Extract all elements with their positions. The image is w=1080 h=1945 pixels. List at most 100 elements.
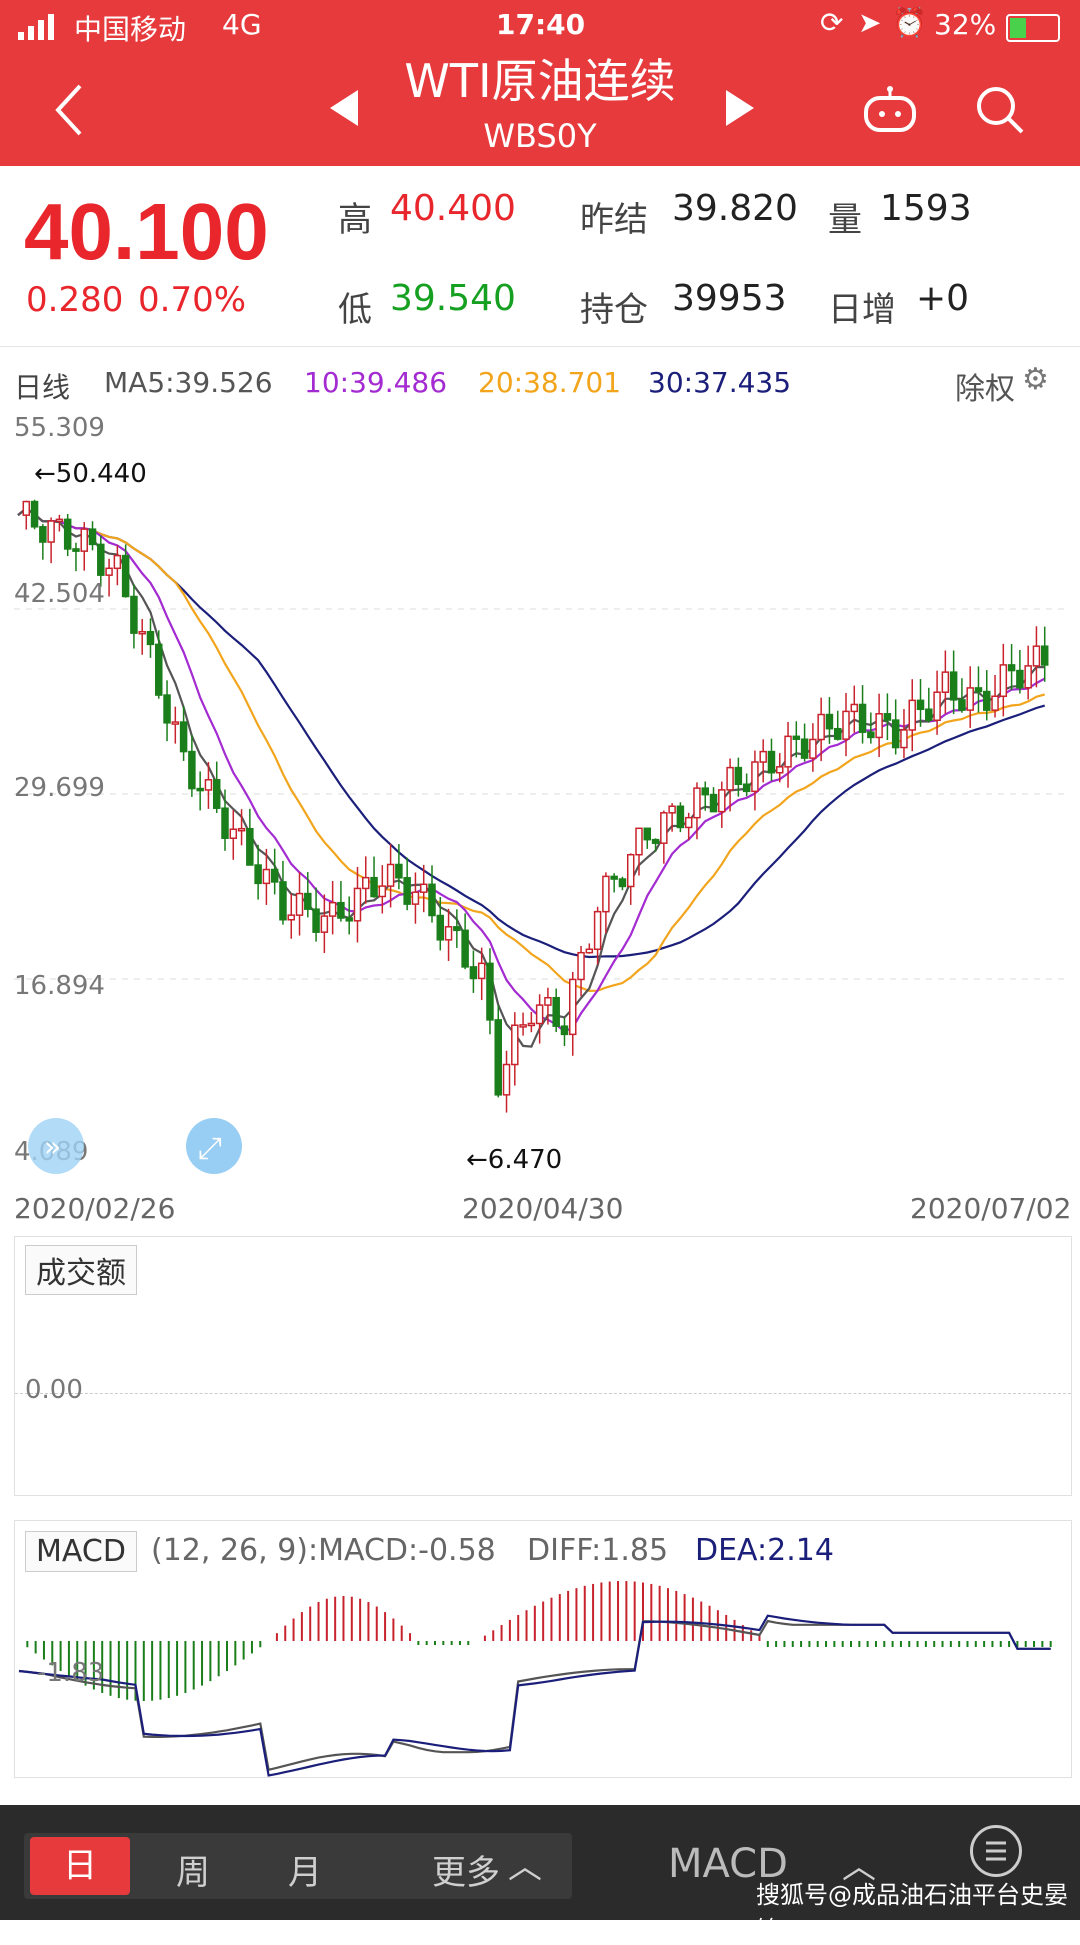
turnover-zero-label: 0.00 [25, 1375, 83, 1405]
candle-body [337, 901, 345, 919]
watermark: 搜狐号@成品油石油平台史晏铭 [756, 1881, 1068, 1944]
candle-body [287, 914, 295, 921]
macd-tag[interactable]: MACD [25, 1531, 137, 1572]
candle-body [469, 966, 478, 980]
diff-line [18, 1619, 1051, 1772]
candle-body [784, 735, 792, 768]
candle-body [825, 713, 834, 730]
ma20-value: 20:38.701 [478, 366, 622, 399]
chevron-up-icon[interactable]: ︿ [508, 1839, 542, 1888]
adjust-label[interactable]: 除权 [955, 364, 1015, 408]
candlestick-chart[interactable]: 55.309 42.504 29.699 16.894 4.089 ←50.44… [14, 404, 1069, 1184]
candle-body [602, 875, 610, 913]
bottom-toolbar: 日 周 月 更多 ︿ MACD ︿ 搜狐号@成品油石油平台史晏铭 [0, 1805, 1080, 1944]
candle-body [676, 805, 685, 829]
tab-day[interactable]: 日 [30, 1837, 130, 1895]
candle-body [146, 630, 155, 646]
battery-icon [1006, 14, 1060, 42]
candle-body [527, 1022, 536, 1027]
candle-body [246, 827, 254, 866]
svg-text:»: » [44, 1130, 61, 1163]
date-end: 2020/07/02 [910, 1192, 1072, 1225]
date-mid: 2020/04/30 [462, 1192, 624, 1225]
y-label-2: 42.504 [14, 579, 105, 609]
candle-body [188, 750, 196, 790]
candle-body [63, 518, 72, 550]
price-change-pct: 0.70% [138, 280, 247, 320]
gear-icon[interactable]: ⚙ [1022, 362, 1049, 397]
menu-icon[interactable] [970, 1825, 1022, 1877]
candle-body [395, 863, 403, 879]
candle-body [809, 738, 817, 759]
y-label-top: 55.309 [14, 413, 105, 443]
high-value: 40.400 [390, 188, 516, 229]
ma-legend-row: 日线 MA5:39.526 10:39.486 20:38.701 30:37.… [0, 352, 1080, 412]
candle-body [742, 783, 751, 793]
candle-body [626, 853, 635, 888]
search-icon[interactable] [974, 84, 1026, 136]
candle-body [668, 805, 676, 814]
candle-body [370, 876, 378, 898]
volume-label: 量 [828, 200, 862, 240]
candle-body [121, 554, 130, 598]
ma30-line [17, 507, 1046, 959]
candle-body [552, 996, 560, 1027]
candle-body [991, 695, 999, 711]
candle-body [320, 915, 329, 933]
candle-body [759, 750, 767, 763]
candle-body [1040, 645, 1049, 666]
candle-body [312, 908, 320, 933]
candle-body [842, 710, 850, 740]
lock-rotation-icon: ⟳ [820, 6, 844, 39]
candle-body [486, 962, 494, 1021]
zero-line [15, 1393, 1071, 1394]
low-label: 低 [338, 290, 372, 330]
candle-body [403, 877, 411, 905]
candle-body [345, 917, 353, 922]
collapse-icon[interactable]: » [28, 1118, 84, 1174]
expand-icon[interactable]: ⤢ [186, 1118, 242, 1174]
candle-body [511, 1024, 519, 1066]
candle-body [535, 1004, 544, 1025]
macd-y-label: -1.83 [37, 1658, 104, 1688]
candle-body [237, 827, 246, 832]
candle-body [72, 548, 80, 552]
candle-body [105, 567, 113, 576]
ma20-line [17, 507, 1046, 993]
date-axis: 2020/02/26 2020/04/30 2020/07/02 [0, 1186, 1080, 1230]
robot-assistant-icon[interactable] [862, 86, 918, 134]
ma5-value: MA5:39.526 [104, 366, 273, 399]
turnover-tag[interactable]: 成交额 [25, 1245, 137, 1295]
clock: 17:40 [496, 8, 586, 41]
battery-label: 32% [934, 8, 997, 41]
min-price-label: ←6.470 [466, 1145, 562, 1175]
page-title: WTI原油连续 [404, 54, 676, 108]
candle-body [39, 526, 47, 543]
candle-body [618, 878, 627, 888]
next-contract-button[interactable] [722, 88, 758, 128]
max-price-label: ←50.440 [34, 459, 147, 489]
candle-body [304, 892, 312, 910]
candle-body [386, 863, 395, 887]
candle-body [858, 703, 867, 733]
period-label[interactable]: 日线 [14, 366, 70, 406]
candle-body [660, 812, 668, 844]
top-bar: 中国移动 4G 17:40 ⟳ ➤ ⏰ 32% WTI原油连续 WBS0Y [0, 0, 1080, 166]
candle-body [701, 787, 709, 796]
candle-body [585, 948, 594, 954]
candle-body [916, 699, 925, 711]
candle-body [295, 892, 304, 916]
candle-body [212, 779, 221, 809]
tab-more[interactable]: 更多 [432, 1845, 500, 1894]
prev-settle-label: 昨结 [580, 200, 648, 240]
tab-month[interactable]: 月 [288, 1845, 322, 1894]
ma10-value: 10:39.486 [304, 366, 448, 399]
candle-body [792, 735, 801, 740]
macd-params: (12, 26, 9):MACD:-0.58 [151, 1533, 496, 1568]
candle-body [833, 727, 842, 740]
candle-body [229, 828, 238, 839]
candle-body [983, 690, 991, 711]
tab-week[interactable]: 周 [176, 1845, 210, 1894]
y-label-3: 29.699 [14, 773, 105, 803]
candle-body [196, 787, 204, 792]
